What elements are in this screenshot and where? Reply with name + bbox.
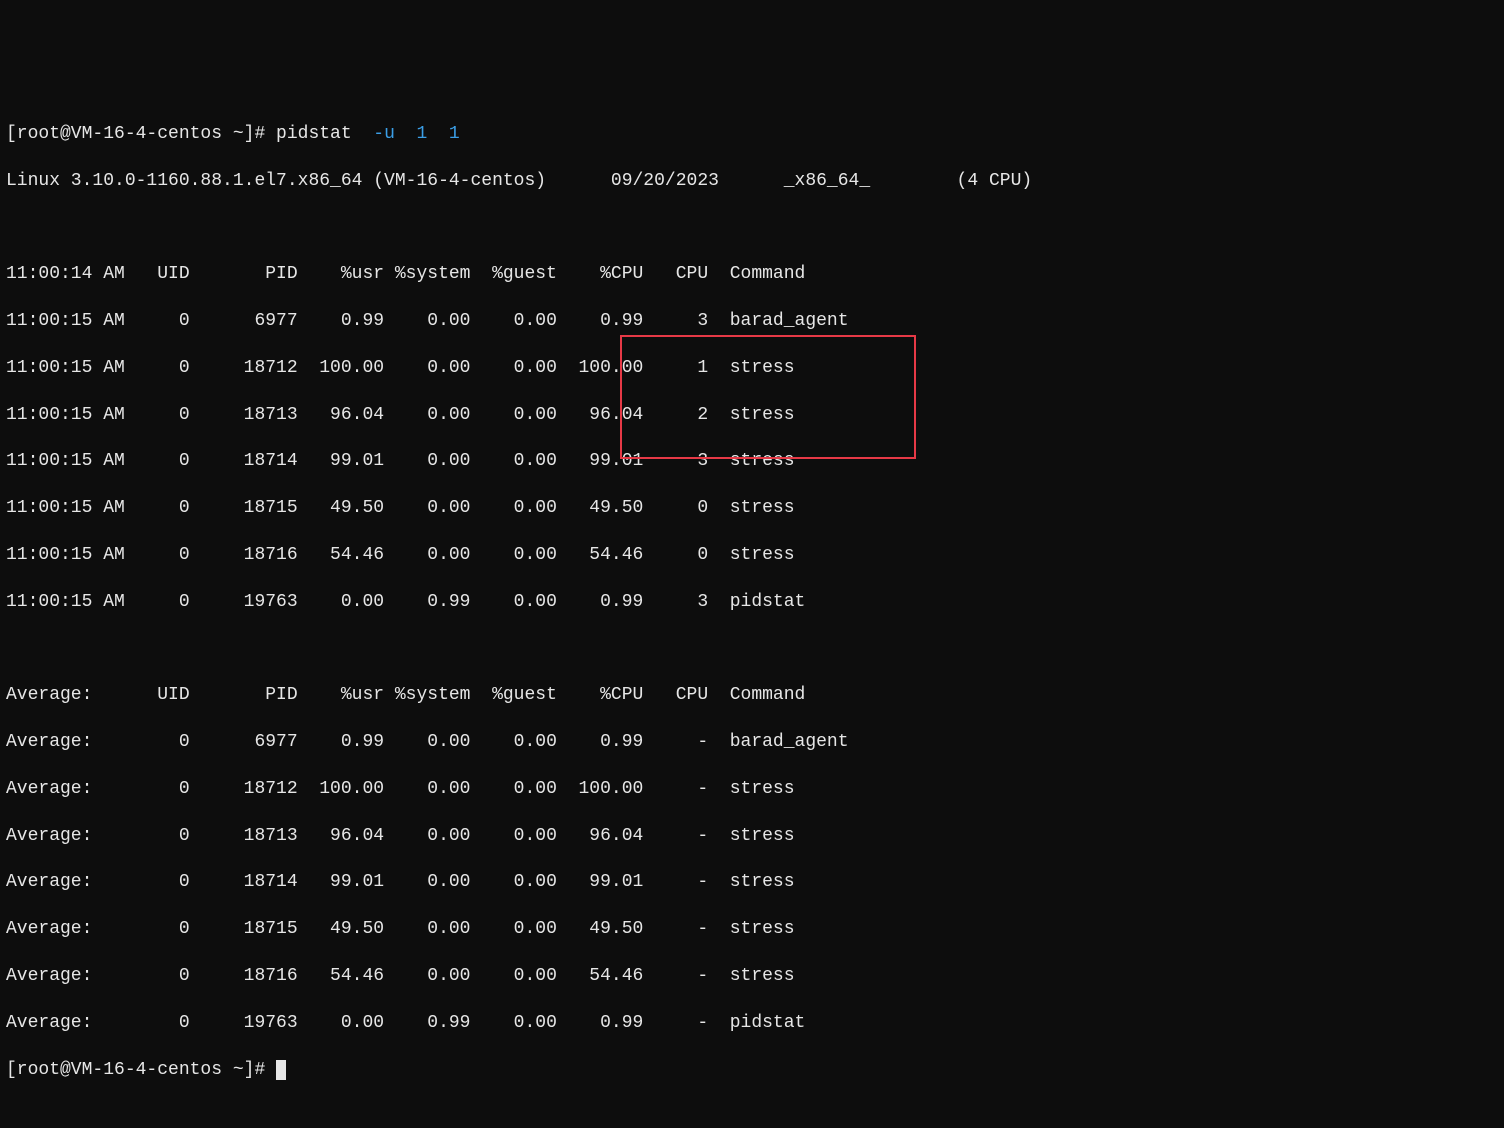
shell-prompt: [root@VM-16-4-centos ~]# <box>6 1060 276 1080</box>
table-row: 11:00:15 AM 0 6977 0.99 0.00 0.00 0.99 3… <box>6 310 1498 333</box>
table-row: Average: 0 18714 99.01 0.00 0.00 99.01 -… <box>6 871 1498 894</box>
table-row: Average: 0 6977 0.99 0.00 0.00 0.99 - ba… <box>6 731 1498 754</box>
table-row: Average: 0 18715 49.50 0.00 0.00 49.50 -… <box>6 918 1498 941</box>
table-row: 11:00:15 AM 0 19763 0.00 0.99 0.00 0.99 … <box>6 591 1498 614</box>
table-row: Average: 0 19763 0.00 0.99 0.00 0.99 - p… <box>6 1012 1498 1035</box>
prompt-line-1: [root@VM-16-4-centos ~]# pidstat -u 1 1 <box>6 123 1498 146</box>
table-row: 11:00:15 AM 0 18712 100.00 0.00 0.00 100… <box>6 357 1498 380</box>
cursor-icon <box>276 1060 286 1080</box>
blank-line <box>6 638 1498 661</box>
table-row: 11:00:15 AM 0 18715 49.50 0.00 0.00 49.5… <box>6 497 1498 520</box>
shell-prompt: [root@VM-16-4-centos ~]# <box>6 124 276 144</box>
system-info-line: Linux 3.10.0-1160.88.1.el7.x86_64 (VM-16… <box>6 170 1498 193</box>
table-header-average: Average: UID PID %usr %system %guest %CP… <box>6 684 1498 707</box>
prompt-line-2: [root@VM-16-4-centos ~]# <box>6 1059 1498 1082</box>
table-row: 11:00:15 AM 0 18713 96.04 0.00 0.00 96.0… <box>6 404 1498 427</box>
table-header-sample: 11:00:14 AM UID PID %usr %system %guest … <box>6 263 1498 286</box>
table-row: Average: 0 18712 100.00 0.00 0.00 100.00… <box>6 778 1498 801</box>
command-name: pidstat <box>276 124 373 144</box>
command-args: -u 1 1 <box>373 124 459 144</box>
table-row: Average: 0 18713 96.04 0.00 0.00 96.04 -… <box>6 825 1498 848</box>
terminal-output[interactable]: [root@VM-16-4-centos ~]# pidstat -u 1 1 … <box>6 100 1498 1106</box>
blank-line <box>6 217 1498 240</box>
table-row: 11:00:15 AM 0 18714 99.01 0.00 0.00 99.0… <box>6 450 1498 473</box>
table-row: Average: 0 18716 54.46 0.00 0.00 54.46 -… <box>6 965 1498 988</box>
